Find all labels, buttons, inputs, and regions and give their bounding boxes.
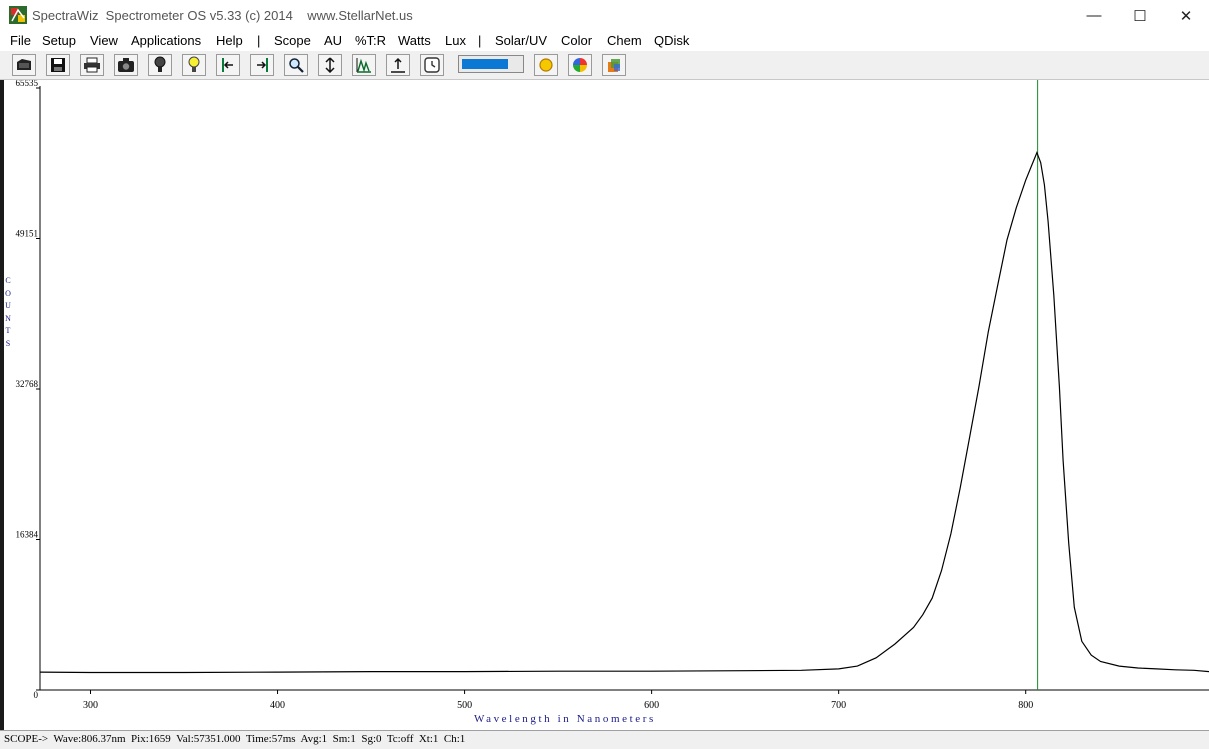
x-tick-label: 300 xyxy=(83,700,98,711)
x-tick-label: 700 xyxy=(831,700,846,711)
print-icon xyxy=(84,57,100,73)
menu-lux[interactable]: Lux xyxy=(445,33,466,48)
snapshot-button[interactable] xyxy=(114,54,138,76)
cursor-left-button[interactable] xyxy=(216,54,240,76)
bulb-on-icon xyxy=(188,56,200,72)
peak-button[interactable] xyxy=(352,54,376,76)
spectrum-plot[interactable]: 0 16384 32768 49151 65535 300 400 500 600 700 800… xyxy=(4,78,1209,730)
chem-button[interactable] xyxy=(602,54,626,76)
menu-separator: | xyxy=(257,33,261,48)
x-tick-label: 500 xyxy=(457,700,472,711)
sun-icon xyxy=(539,58,553,72)
cursor-left-icon xyxy=(222,58,233,72)
spectrum-chart[interactable]: 0 16384 32768 49151 65535 300 400 500 600 700 800 xyxy=(4,78,1209,730)
y-axis-label-letter: O xyxy=(5,288,11,298)
zoom-icon xyxy=(289,58,304,73)
menu-file[interactable]: File xyxy=(10,33,31,48)
y-axis-label-letter: C xyxy=(5,276,11,285)
y-axis-label-letter: U xyxy=(5,301,11,310)
save-button[interactable] xyxy=(46,54,70,76)
light-reference-button[interactable] xyxy=(182,54,206,76)
zoom-button[interactable] xyxy=(284,54,308,76)
peak-up-icon xyxy=(391,57,405,73)
menu-watts[interactable]: Watts xyxy=(398,33,431,48)
color-button[interactable] xyxy=(568,54,592,76)
spectrum-series-line xyxy=(39,150,1209,674)
save-icon xyxy=(51,58,65,72)
x-tick-label: 800 xyxy=(1018,700,1033,711)
progress-fill xyxy=(462,59,509,69)
menu-color[interactable]: Color xyxy=(561,33,592,48)
bulb-off-icon xyxy=(154,56,166,72)
menu-help[interactable]: Help xyxy=(216,33,243,48)
color-wheel-icon xyxy=(573,58,587,72)
autoscale-y-button[interactable] xyxy=(318,54,342,76)
chem-icon xyxy=(608,59,620,72)
y-tick-label: 65535 xyxy=(16,80,39,88)
x-tick-label: 400 xyxy=(270,700,285,711)
maximize-button[interactable]: ☐ xyxy=(1117,0,1163,31)
timer-button[interactable] xyxy=(420,54,444,76)
app-logo-icon xyxy=(9,6,27,24)
toolbar xyxy=(0,51,1209,80)
solar-button[interactable] xyxy=(534,54,558,76)
peak-up-button[interactable] xyxy=(386,54,410,76)
status-text: SCOPE-> Wave:806.37nm Pix:1659 Val:57351… xyxy=(4,733,466,745)
y-tick-label: 32768 xyxy=(16,379,39,389)
peak-icon xyxy=(356,58,371,73)
y-axis-label-letter: N xyxy=(5,313,11,323)
cursor-right-icon xyxy=(257,58,268,72)
y-tick-label: 16384 xyxy=(16,529,39,539)
menu-au[interactable]: AU xyxy=(324,33,342,48)
menu-bar: File Setup View Applications Help | Scope AU %T:… xyxy=(0,31,1209,51)
menu-chem[interactable]: Chem xyxy=(607,33,642,48)
menu-setup[interactable]: Setup xyxy=(42,33,76,48)
y-axis-label-letter: S xyxy=(5,338,11,348)
print-button[interactable] xyxy=(80,54,104,76)
autoscale-y-icon xyxy=(325,57,335,73)
integration-progress-bar xyxy=(458,55,524,73)
minimize-button[interactable]: — xyxy=(1071,0,1117,31)
x-tick-label: 600 xyxy=(644,700,659,711)
dark-reference-button[interactable] xyxy=(148,54,172,76)
status-bar: SCOPE-> Wave:806.37nm Pix:1659 Val:57351… xyxy=(0,730,1209,749)
title-bar: SpectraWiz Spectrometer OS v5.33 (c) 201… xyxy=(0,0,1209,31)
close-button[interactable]: ✕ xyxy=(1163,0,1209,31)
menu-qdisk[interactable]: QDisk xyxy=(654,33,689,48)
cursor-right-button[interactable] xyxy=(250,54,274,76)
camera-icon xyxy=(118,58,134,72)
y-tick-label: 0 xyxy=(34,690,39,700)
menu-scope[interactable]: Scope xyxy=(274,33,311,48)
menu-solar-uv[interactable]: Solar/UV xyxy=(495,33,547,48)
y-tick-label: 49151 xyxy=(16,229,39,239)
menu-separator: | xyxy=(478,33,482,48)
menu-view[interactable]: View xyxy=(90,33,118,48)
open-icon xyxy=(17,59,31,70)
y-axis-label-letter: T xyxy=(5,326,11,335)
open-button[interactable] xyxy=(12,54,36,76)
x-axis-label: Wavelength in Nanometers xyxy=(474,713,656,725)
menu--t-r[interactable]: %T:R xyxy=(355,33,386,48)
menu-applications[interactable]: Applications xyxy=(131,33,201,48)
window-title: SpectraWiz Spectrometer OS v5.33 (c) 201… xyxy=(32,8,413,23)
clock-icon xyxy=(424,57,440,73)
